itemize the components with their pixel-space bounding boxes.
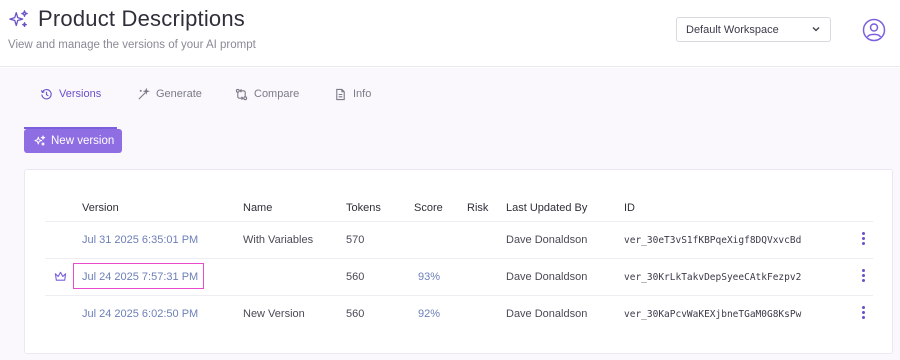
column-header-id: ID [624,202,635,214]
column-header-last-updated-by: Last Updated By [506,202,588,214]
score-value: 93% [418,271,441,283]
user-account-icon[interactable] [862,18,886,42]
table-row[interactable]: Jul 24 2025 6:02:50 PM New Version 560 9… [45,295,873,332]
version-link[interactable]: Jul 24 2025 6:02:50 PM [82,308,198,320]
updated-by: Dave Donaldson [506,271,588,283]
tab-info[interactable]: Info [334,85,371,111]
main-content: Versions Generate Compare Info New versi… [0,68,900,360]
token-count: 560 [346,308,365,320]
more-options-icon[interactable] [860,232,866,248]
crown-icon [54,271,67,281]
version-name: With Variables [243,234,314,246]
version-id: ver_30eT3vS1fKBPqeXigf8DQVxvcBd [624,235,802,246]
column-header-name: Name [243,202,273,214]
column-header-tokens: Tokens [346,202,381,214]
tab-label: Compare [254,88,300,100]
page-header: Product Descriptions View and manage the… [0,0,900,67]
updated-by: Dave Donaldson [506,308,588,320]
chevron-down-icon [812,27,820,32]
tab-label: Generate [156,88,202,100]
new-version-button[interactable]: New version [24,129,122,153]
column-header-version: Version [82,202,119,214]
version-id: ver_30KaPcvWaKEXjbneTGaM0G8KsPw [624,309,802,320]
page-title: Product Descriptions [38,6,245,31]
compare-arrows-icon [235,88,248,101]
magic-wand-icon [138,88,150,100]
score-value: 92% [418,308,441,320]
tab-bar: Versions Generate Compare Info [24,85,879,129]
sparkles-icon [34,135,46,146]
more-options-icon[interactable] [860,269,866,285]
new-version-label: New version [51,135,115,147]
tab-compare[interactable]: Compare [235,85,299,111]
sparkles-icon [9,10,28,28]
token-count: 560 [346,271,365,283]
page-subtitle: View and manage the versions of your AI … [8,39,256,51]
selection-highlight-box [73,263,204,289]
version-name: New Version [243,308,305,320]
history-icon [40,89,52,100]
document-icon [336,88,345,101]
tab-label: Info [353,88,372,100]
more-options-icon[interactable] [860,306,866,322]
column-header-score: Score [414,202,443,214]
version-id: ver_30KrLkTakvDepSyeeCAtkFezpv2 [624,272,802,283]
workspace-select[interactable]: Default Workspace [676,17,831,42]
workspace-select-value: Default Workspace [686,24,779,36]
table-row[interactable]: Jul 31 2025 6:35:01 PM With Variables 57… [45,221,873,258]
version-link[interactable]: Jul 31 2025 6:35:01 PM [82,234,198,246]
versions-table: Version Name Tokens Score Risk Last Upda… [24,169,893,354]
updated-by: Dave Donaldson [506,234,588,246]
token-count: 570 [346,234,365,246]
tab-versions[interactable]: Versions [40,85,101,111]
tab-label: Versions [59,88,102,100]
column-header-risk: Risk [467,202,489,214]
tab-generate[interactable]: Generate [137,85,202,111]
